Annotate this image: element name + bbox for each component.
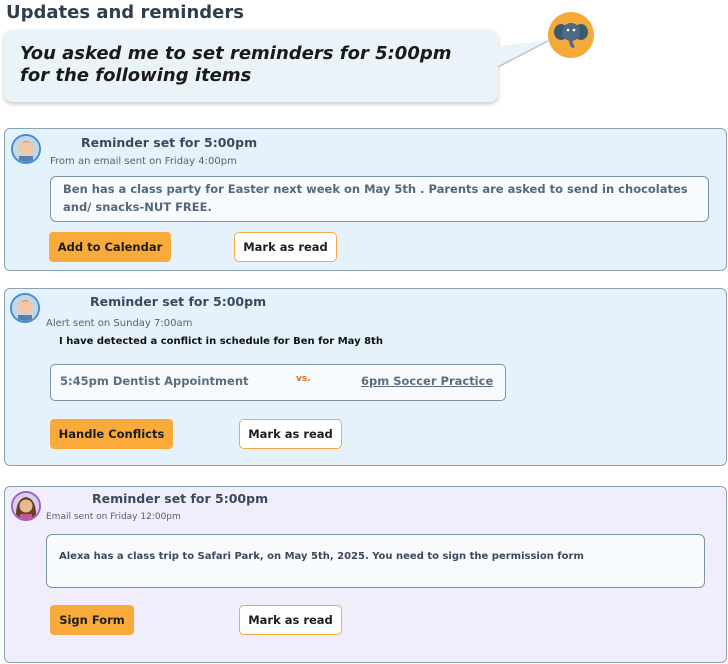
mark-as-read-button[interactable]: Mark as read bbox=[234, 232, 337, 262]
conflict-event-soccer-link[interactable]: 6pm Soccer Practice bbox=[361, 374, 493, 388]
reminder-card: Reminder set for 5:00pm Alert sent on Su… bbox=[4, 288, 727, 466]
mark-as-read-button[interactable]: Mark as read bbox=[239, 419, 342, 449]
reminder-card: Reminder set for 5:00pm Email sent on Fr… bbox=[4, 486, 727, 663]
reminder-card: Reminder set for 5:00pm From an email se… bbox=[4, 128, 727, 271]
conflict-event-dentist: 5:45pm Dentist Appointment bbox=[60, 374, 249, 388]
sign-form-button[interactable]: Sign Form bbox=[50, 605, 134, 635]
reminder-source: Email sent on Friday 12:00pm bbox=[46, 512, 181, 522]
child-avatar-boy-icon bbox=[11, 134, 41, 164]
page-title: Updates and reminders bbox=[6, 2, 244, 23]
reminder-title: Reminder set for 5:00pm bbox=[90, 294, 267, 309]
mark-as-read-button[interactable]: Mark as read bbox=[239, 605, 342, 635]
conflict-alert-text: I have detected a conflict in schedule f… bbox=[59, 336, 383, 347]
child-avatar-boy-icon bbox=[10, 293, 40, 323]
schedule-conflict-box: 5:45pm Dentist Appointment vs. 6pm Socce… bbox=[50, 364, 506, 401]
assistant-message: You asked me to set reminders for 5:00pm… bbox=[20, 43, 452, 86]
reminder-message: Ben has a class party for Easter next we… bbox=[50, 176, 709, 222]
child-avatar-girl-icon bbox=[11, 491, 41, 521]
reminder-message-text: Ben has a class party for Easter next we… bbox=[63, 182, 688, 214]
reminder-title: Reminder set for 5:00pm bbox=[81, 135, 258, 150]
conflict-vs-label: vs. bbox=[296, 374, 311, 384]
reminder-source: Alert sent on Sunday 7:00am bbox=[46, 318, 193, 329]
elephant-icon[interactable] bbox=[548, 12, 594, 58]
reminder-message: Alexa has a class trip to Safari Park, o… bbox=[46, 534, 705, 588]
speech-bubble-tail bbox=[498, 40, 550, 68]
reminder-title: Reminder set for 5:00pm bbox=[92, 491, 269, 506]
reminder-message-text: Alexa has a class trip to Safari Park, o… bbox=[59, 551, 584, 562]
reminder-source: From an email sent on Friday 4:00pm bbox=[50, 156, 237, 167]
assistant-speech-bubble: You asked me to set reminders for 5:00pm… bbox=[4, 30, 498, 102]
handle-conflicts-button[interactable]: Handle Conflicts bbox=[50, 419, 173, 449]
add-to-calendar-button[interactable]: Add to Calendar bbox=[49, 232, 171, 262]
